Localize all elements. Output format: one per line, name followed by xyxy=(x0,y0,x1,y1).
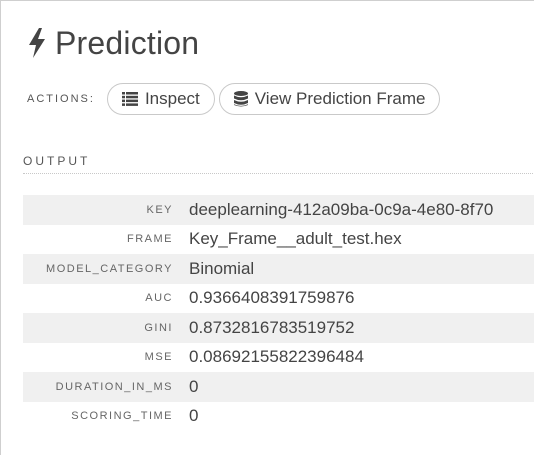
row-key: KEY xyxy=(146,203,173,216)
output-row-key: KEY deeplearning-412a09ba-0c9a-4e80-8f70 xyxy=(23,195,534,225)
row-key: MODEL_CATEGORY xyxy=(46,262,173,275)
prediction-panel: Prediction ACTIONS: Inspect View Predict… xyxy=(0,0,534,455)
row-value: deeplearning-412a09ba-0c9a-4e80-8f70 xyxy=(189,199,494,219)
output-row-auc: AUC 0.9366408391759876 xyxy=(23,284,534,314)
row-value: Key_Frame__adult_test.hex xyxy=(189,229,402,249)
inspect-button-label: Inspect xyxy=(144,89,200,108)
output-row-duration-in-ms: DURATION_IN_MS 0 xyxy=(23,372,534,402)
output-table: KEY deeplearning-412a09ba-0c9a-4e80-8f70… xyxy=(23,195,534,431)
row-value: 0.9366408391759876 xyxy=(189,288,355,308)
row-key: FRAME xyxy=(127,233,173,246)
row-key: SCORING_TIME xyxy=(71,410,173,423)
row-key: DURATION_IN_MS xyxy=(55,380,173,393)
row-key: AUC xyxy=(145,292,173,305)
output-row-gini: GINI 0.8732816783519752 xyxy=(23,313,534,343)
row-value: Binomial xyxy=(189,258,255,278)
view-prediction-frame-button[interactable]: View Prediction Frame xyxy=(218,83,441,115)
row-key: GINI xyxy=(144,321,173,334)
bolt-icon xyxy=(29,28,45,58)
row-key: MSE xyxy=(144,351,173,364)
row-value: 0 xyxy=(189,406,199,426)
page-header: Prediction xyxy=(27,23,199,63)
actions-label: ACTIONS: xyxy=(27,93,95,105)
output-row-model-category: MODEL_CATEGORY Binomial xyxy=(23,254,534,284)
list-icon xyxy=(121,92,138,106)
output-row-frame: FRAME Key_Frame__adult_test.hex xyxy=(23,225,534,255)
database-icon xyxy=(233,91,248,107)
row-value: 0.08692155822396484 xyxy=(189,347,364,367)
view-prediction-frame-label: View Prediction Frame xyxy=(254,89,426,108)
output-divider xyxy=(23,173,534,174)
output-row-scoring-time: SCORING_TIME 0 xyxy=(23,402,534,432)
page-title: Prediction xyxy=(55,24,200,61)
row-value: 0 xyxy=(189,376,199,396)
row-value: 0.8732816783519752 xyxy=(189,317,355,337)
output-section-title: OUTPUT xyxy=(23,154,91,168)
actions-bar: ACTIONS: Inspect View Prediction Frame xyxy=(27,83,444,115)
output-row-mse: MSE 0.08692155822396484 xyxy=(23,343,534,373)
inspect-button[interactable]: Inspect xyxy=(106,83,215,115)
